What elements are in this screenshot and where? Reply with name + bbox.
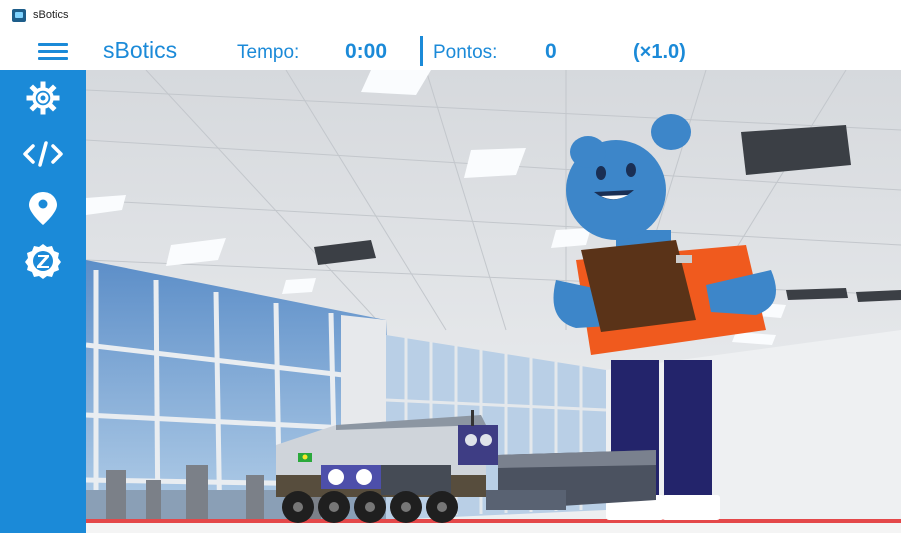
app-name: sBotics: [103, 37, 178, 63]
code-icon: [23, 141, 63, 167]
settings-button[interactable]: [20, 78, 66, 118]
map-pin-icon: [29, 192, 57, 225]
badge-icon: [25, 244, 61, 279]
menu-icon[interactable]: [38, 43, 68, 61]
window-title: sBotics: [33, 9, 69, 21]
app-icon: [12, 9, 26, 22]
scene-3d: [86, 70, 901, 533]
tempo-value: 0:00: [345, 40, 388, 63]
simulation-viewport[interactable]: [86, 70, 901, 533]
pontos-value: 0: [545, 40, 557, 63]
tempo-label: Tempo:: [237, 42, 300, 63]
speed-multiplier[interactable]: (×1.0): [633, 41, 686, 64]
window-titlebar: sBotics: [0, 0, 901, 34]
location-button[interactable]: [20, 188, 66, 228]
code-button[interactable]: [20, 134, 66, 174]
arena-border: [86, 519, 901, 523]
header-separator: [420, 36, 423, 66]
achievements-button[interactable]: [20, 242, 66, 282]
sidebar: [0, 70, 86, 533]
pontos-label: Pontos:: [433, 42, 498, 63]
gear-icon: [26, 81, 60, 115]
